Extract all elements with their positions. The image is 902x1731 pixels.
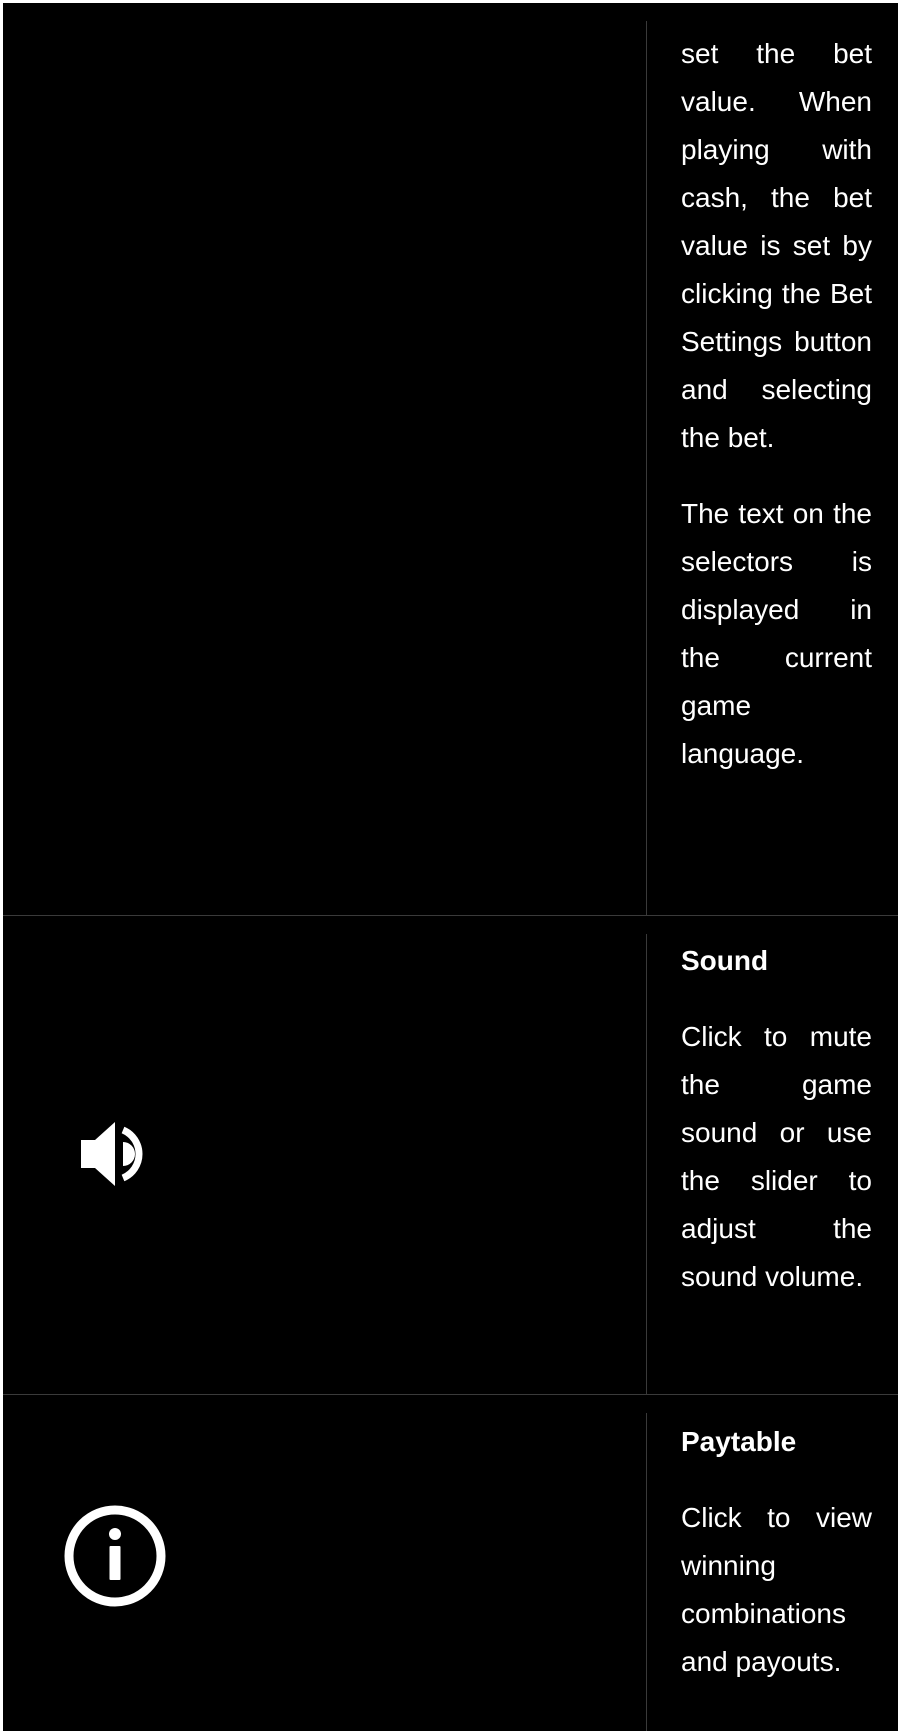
icon-cell-paytable	[3, 1395, 646, 1731]
paytable-title: Paytable	[681, 1426, 797, 1457]
info-icon	[64, 1505, 166, 1607]
bet-settings-paragraph-2: The text on the selectors is displayed i…	[681, 498, 872, 769]
bet-settings-paragraph-1: set the bet value. When playing with cas…	[681, 38, 872, 453]
table-row-sound: Sound Click to mute the game sound or us…	[3, 916, 898, 1395]
paytable-description: Click to view winning combinations and p…	[681, 1502, 872, 1677]
icon-cell-sound	[3, 916, 646, 1394]
table-row-paytable: Paytable Click to view winning combinati…	[3, 1395, 898, 1731]
speaker-icon	[81, 1122, 143, 1186]
sound-title: Sound	[681, 945, 769, 976]
sound-description: Click to mute the game sound or use the …	[681, 1021, 872, 1292]
description-cell: set the bet value. When playing with cas…	[681, 30, 872, 806]
column-divider	[646, 934, 647, 1394]
icon-cell-empty	[3, 3, 646, 915]
table-row-bet-settings: set the bet value. When playing with cas…	[3, 3, 898, 916]
help-page: set the bet value. When playing with cas…	[0, 0, 902, 1731]
column-divider	[646, 1413, 647, 1731]
description-cell: Sound Click to mute the game sound or us…	[681, 937, 872, 1329]
game-rules-table: set the bet value. When playing with cas…	[3, 3, 898, 1731]
column-divider	[646, 21, 647, 915]
description-cell: Paytable Click to view winning combinati…	[681, 1418, 872, 1714]
